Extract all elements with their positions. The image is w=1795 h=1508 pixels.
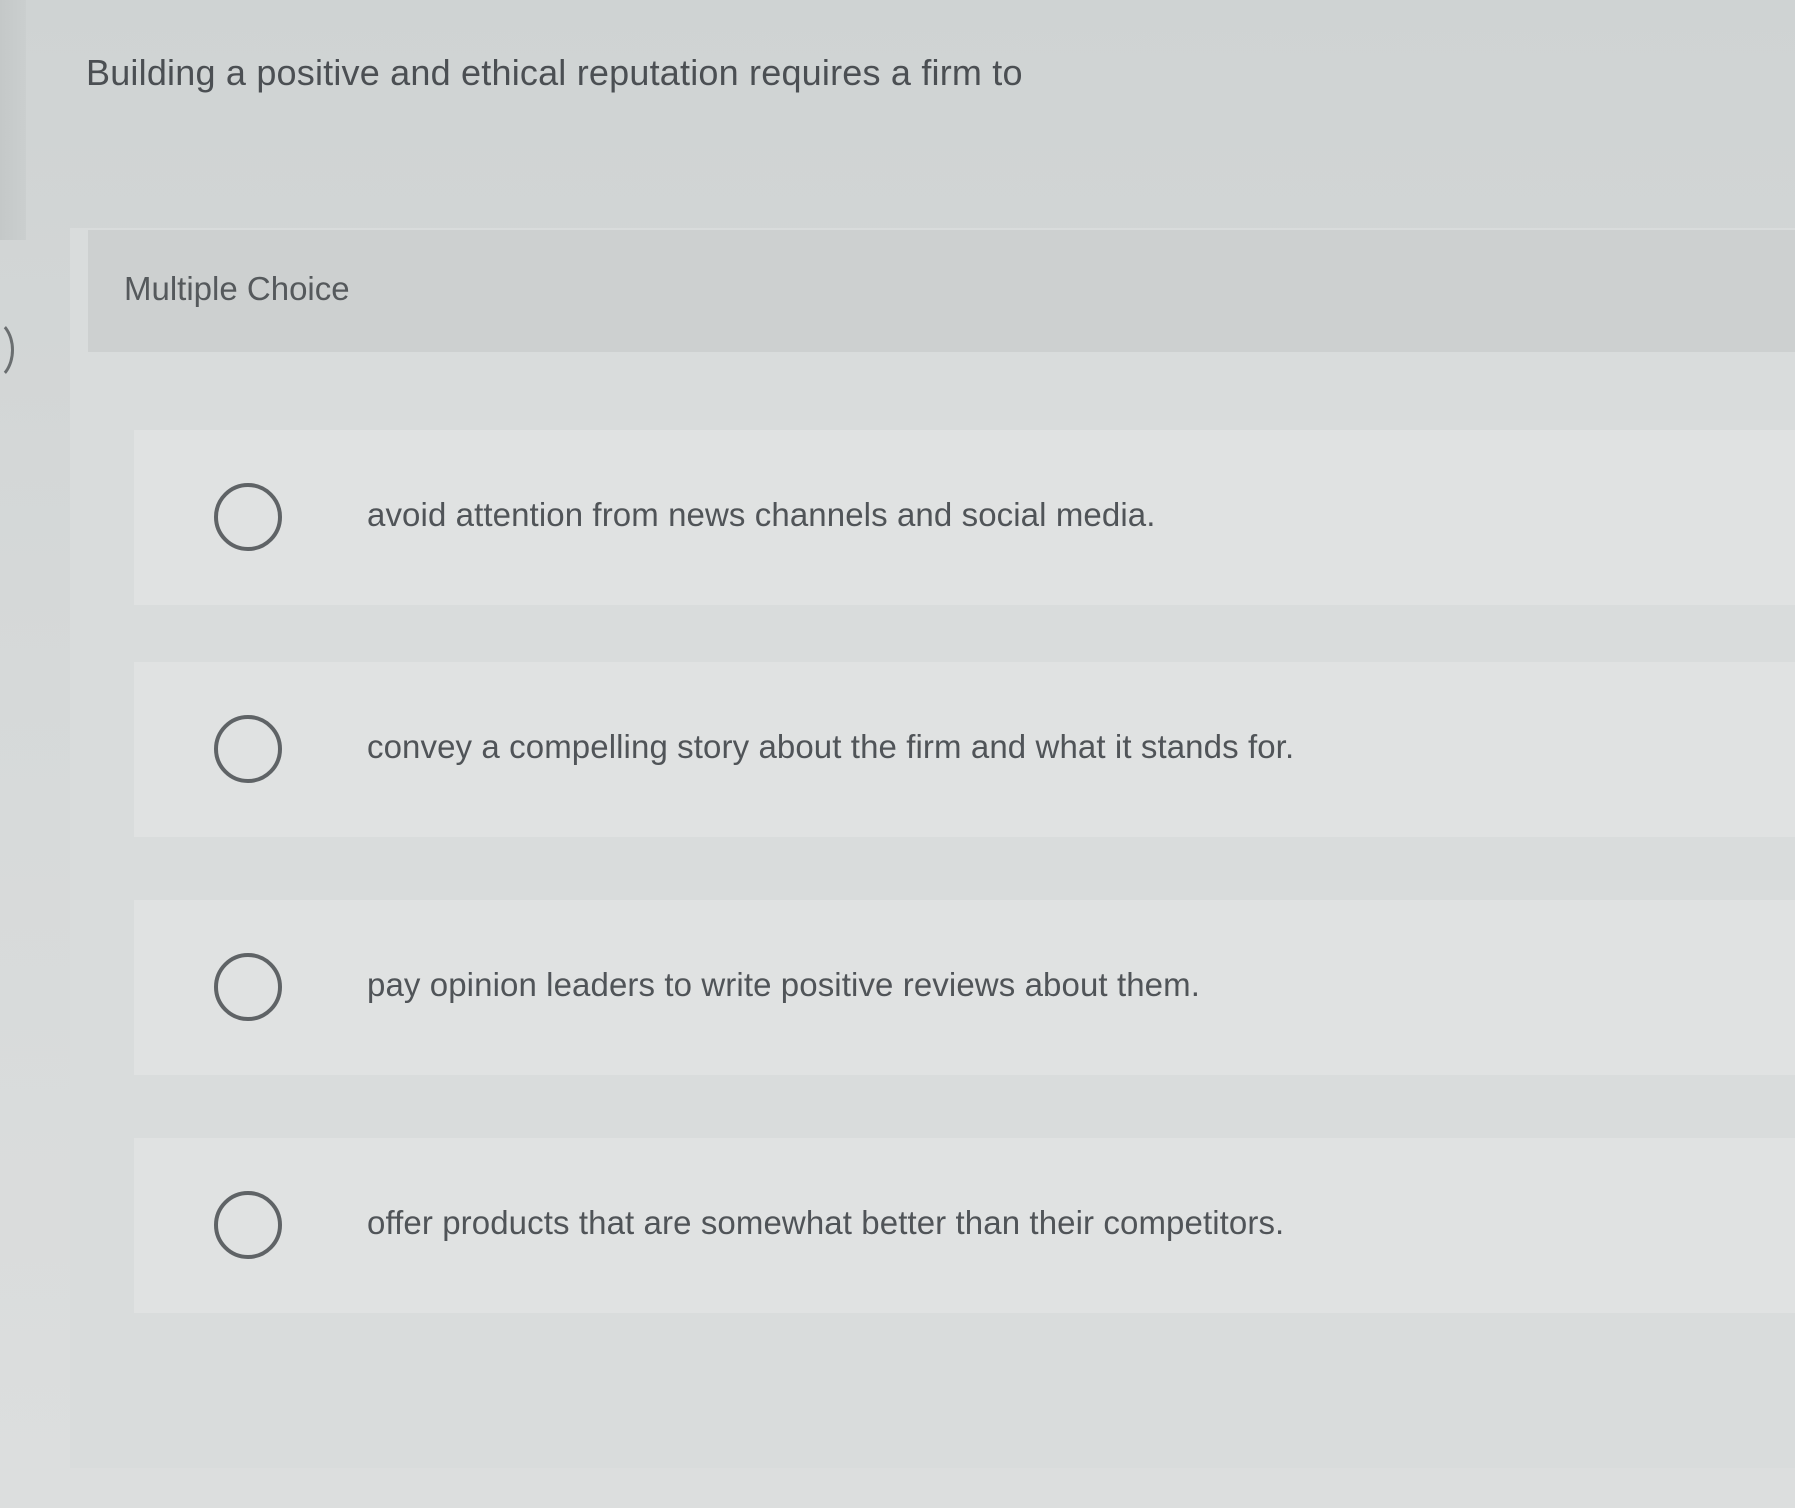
answer-option-label[interactable]: avoid attention from news channels and s…	[367, 496, 1155, 534]
page-left-edge	[0, 0, 26, 240]
answer-option-1[interactable]: avoid attention from news channels and s…	[134, 430, 1795, 605]
card-bottom-area	[70, 1468, 1795, 1508]
question-prompt: Building a positive and ethical reputati…	[86, 52, 1023, 93]
answer-option-label[interactable]: convey a compelling story about the firm…	[367, 728, 1294, 766]
answer-option-4[interactable]: offer products that are somewhat better …	[134, 1138, 1795, 1313]
answer-option-3[interactable]: pay opinion leaders to write positive re…	[134, 900, 1795, 1075]
radio-unselected-icon[interactable]	[214, 953, 282, 1021]
answer-option-label[interactable]: offer products that are somewhat better …	[367, 1204, 1284, 1242]
answer-option-2[interactable]: convey a compelling story about the firm…	[134, 662, 1795, 837]
question-type-label: Multiple Choice	[124, 270, 350, 307]
radio-unselected-icon[interactable]	[214, 715, 282, 783]
radio-unselected-icon[interactable]	[214, 1191, 282, 1259]
answer-option-label[interactable]: pay opinion leaders to write positive re…	[367, 966, 1200, 1004]
edge-partial-radio-icon	[0, 318, 14, 382]
radio-unselected-icon[interactable]	[214, 483, 282, 551]
